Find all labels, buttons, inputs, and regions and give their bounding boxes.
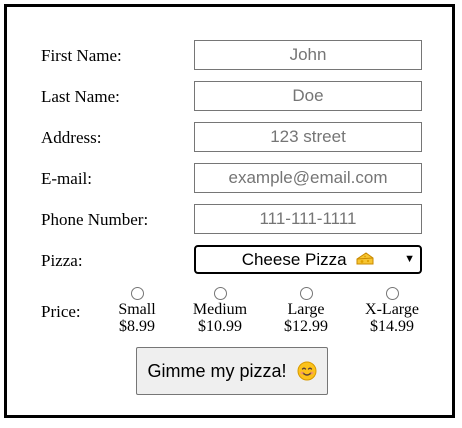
- cheese-icon: [356, 252, 374, 265]
- price-amount-xlarge: $14.99: [370, 318, 414, 335]
- price-amount-small: $8.99: [119, 318, 155, 335]
- address-row: Address:: [41, 122, 425, 154]
- price-option-small: Small $8.99: [97, 287, 177, 335]
- address-label: Address:: [41, 128, 102, 147]
- price-amount-large: $12.99: [284, 318, 328, 335]
- pizza-selected-value: Cheese Pizza: [241, 250, 347, 269]
- submit-button[interactable]: Gimme my pizza!: [136, 347, 328, 395]
- price-radio-large[interactable]: [299, 287, 313, 300]
- phone-row: Phone Number:: [41, 204, 425, 236]
- price-size-large: Large: [287, 301, 325, 318]
- price-radio-xlarge[interactable]: [385, 287, 399, 300]
- smiling-face-icon: [297, 361, 317, 381]
- price-option-medium: Medium $10.99: [180, 287, 260, 335]
- chevron-down-icon: ▼: [404, 253, 415, 265]
- address-input[interactable]: [194, 122, 422, 152]
- last-name-row: Last Name:: [41, 81, 425, 113]
- last-name-label: Last Name:: [41, 87, 120, 106]
- price-radio-small[interactable]: [130, 287, 144, 300]
- price-option-xlarge: X-Large $14.99: [352, 287, 432, 335]
- first-name-row: First Name:: [41, 40, 425, 72]
- price-size-xlarge: X-Large: [365, 301, 419, 318]
- phone-input[interactable]: [194, 204, 422, 234]
- price-size-small: Small: [118, 301, 156, 318]
- pizza-select[interactable]: Cheese Pizza ▼: [194, 245, 422, 274]
- price-amount-medium: $10.99: [198, 318, 242, 335]
- last-name-input[interactable]: [194, 81, 422, 111]
- pizza-label: Pizza:: [41, 251, 83, 270]
- price-size-medium: Medium: [192, 301, 248, 318]
- pizza-row: Pizza: Cheese Pizza ▼: [41, 245, 425, 277]
- email-row: E-mail:: [41, 163, 425, 195]
- price-radio-medium[interactable]: [213, 287, 227, 300]
- submit-button-label: Gimme my pizza!: [147, 361, 287, 381]
- price-option-large: Large $12.99: [266, 287, 346, 335]
- first-name-input[interactable]: [194, 40, 422, 70]
- email-label: E-mail:: [41, 169, 92, 188]
- phone-label: Phone Number:: [41, 210, 149, 229]
- email-input[interactable]: [194, 163, 422, 193]
- price-label: Price:: [41, 302, 81, 321]
- first-name-label: First Name:: [41, 46, 122, 65]
